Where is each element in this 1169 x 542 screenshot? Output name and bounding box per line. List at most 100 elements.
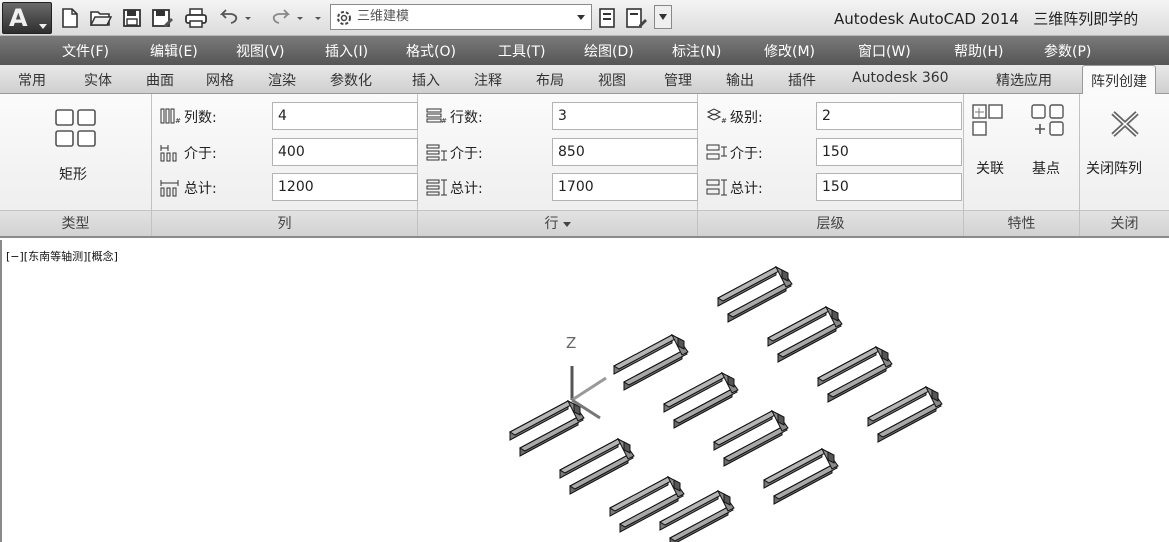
panel-title-rows[interactable]: 行 — [418, 210, 697, 236]
rectangular-array-icon[interactable] — [54, 108, 98, 154]
svg-text:#: # — [175, 117, 181, 124]
associative-button-label[interactable]: 关联 — [976, 158, 1004, 178]
base-point-button-label[interactable]: 基点 — [1032, 158, 1060, 178]
levels-total-input[interactable] — [816, 173, 962, 201]
ribbon-tab-bar: 常用 实体 曲面 网格 渲染 参数化 插入 注释 布局 视图 管理 输出 插件 … — [0, 65, 1169, 95]
tab-output[interactable]: 输出 — [726, 70, 754, 90]
quick-access-customize-button[interactable] — [654, 5, 672, 29]
menu-window[interactable]: 窗口(W) — [858, 41, 911, 61]
application-menu-button[interactable]: A — [2, 2, 52, 34]
tab-array-creation[interactable]: 阵列创建 — [1082, 65, 1156, 95]
levels-total-row: 总计: — [706, 173, 962, 201]
tab-surface[interactable]: 曲面 — [146, 70, 174, 90]
associative-icon[interactable] — [972, 104, 1004, 142]
array-item — [609, 476, 685, 533]
undo-icon[interactable] — [216, 5, 256, 31]
menu-bar: 文件(F) 编辑(E) 视图(V) 插入(I) 格式(O) 工具(T) 绘图(D… — [0, 36, 1169, 65]
tab-annotate[interactable]: 注释 — [474, 70, 502, 90]
levels-total-icon — [706, 179, 728, 201]
drawing-viewport[interactable]: [−][东南等轴测][概念] Z — [0, 240, 1169, 542]
menu-view[interactable]: 视图(V) — [236, 41, 285, 61]
levels-between-input[interactable] — [816, 138, 962, 166]
workspace-dropdown[interactable]: 三维建模 — [330, 4, 592, 30]
array-item — [559, 438, 635, 495]
columns-total-input[interactable] — [272, 173, 418, 201]
save-icon[interactable] — [120, 5, 144, 31]
panel-columns: # 列数: 介于: 总计: 列 — [152, 94, 418, 236]
rows-total-label: 总计: — [450, 181, 483, 197]
tab-mesh[interactable]: 网格 — [206, 70, 234, 90]
close-array-button-label[interactable]: 关闭阵列 — [1086, 158, 1142, 178]
columns-total-label: 总计: — [184, 181, 217, 197]
menu-dimension[interactable]: 标注(N) — [672, 41, 721, 61]
save-as-icon[interactable] — [150, 5, 176, 31]
tab-parametric[interactable]: 参数化 — [330, 70, 372, 90]
tab-featured-apps[interactable]: 精选应用 — [996, 70, 1052, 90]
menu-draw[interactable]: 绘图(D) — [584, 41, 634, 61]
levels-between-row: 介于: — [706, 138, 962, 166]
rows-total-input[interactable] — [552, 173, 698, 201]
ucs-z-label: Z — [566, 334, 576, 352]
panel-rows: # 行数: 介于: 总计: 行 — [418, 94, 698, 236]
panel-title-rows-text: 行 — [544, 216, 559, 232]
columns-between-row: 介于: — [160, 138, 418, 166]
plot-icon[interactable] — [182, 5, 210, 31]
columns-between-icon — [160, 144, 182, 166]
columns-count-label: 列数: — [184, 110, 217, 126]
tab-manage[interactable]: 管理 — [664, 70, 692, 90]
menu-insert[interactable]: 插入(I) — [325, 41, 368, 61]
columns-total-icon — [160, 179, 182, 201]
chevron-down-icon — [39, 24, 47, 29]
tab-solid[interactable]: 实体 — [84, 70, 112, 90]
array-item — [713, 410, 789, 467]
panel-close: 关闭阵列 关闭 — [1080, 94, 1169, 236]
menu-format[interactable]: 格式(O) — [406, 41, 456, 61]
layer-icon[interactable] — [596, 5, 618, 31]
panel-title-levels: 层级 — [698, 210, 963, 236]
tab-render[interactable]: 渲染 — [268, 70, 296, 90]
panel-title-close: 关闭 — [1080, 210, 1169, 236]
rows-between-row: 介于: — [426, 138, 698, 166]
redo-icon[interactable] — [262, 5, 324, 31]
menu-file[interactable]: 文件(F) — [62, 41, 109, 61]
viewport-controls-label[interactable]: [−][东南等轴测][概念] — [6, 248, 118, 264]
rows-between-input[interactable] — [552, 138, 698, 166]
menu-tools[interactable]: 工具(T) — [498, 41, 545, 61]
rectangular-button-label[interactable]: 矩形 — [59, 164, 87, 184]
levels-between-icon — [706, 144, 728, 166]
tab-plugins[interactable]: 插件 — [788, 70, 816, 90]
tab-autodesk-360[interactable]: Autodesk 360 — [852, 70, 949, 86]
tab-layout[interactable]: 布局 — [536, 70, 564, 90]
rows-count-icon: # — [426, 108, 448, 128]
open-icon[interactable] — [88, 5, 114, 31]
panel-title-type: 类型 — [0, 210, 151, 236]
workspace-name: 三维建模 — [357, 9, 410, 24]
panel-title-columns: 列 — [152, 210, 417, 236]
columns-between-input[interactable] — [272, 138, 418, 166]
columns-count-input[interactable] — [272, 102, 418, 130]
menu-edit[interactable]: 编辑(E) — [150, 41, 198, 61]
array-item — [867, 386, 943, 443]
close-array-icon[interactable] — [1110, 110, 1140, 142]
array-item — [509, 400, 585, 457]
levels-count-row: # 级别: — [706, 102, 962, 130]
menu-modify[interactable]: 修改(M) — [764, 41, 815, 61]
title-bar: A 三维建模 Autodesk AutoCAD 2014 三维阵列即学的 — [0, 0, 1169, 36]
tab-insert[interactable]: 插入 — [412, 70, 440, 90]
array-item — [717, 266, 793, 323]
panel-title-properties: 特性 — [964, 210, 1079, 236]
columns-total-row: 总计: — [160, 173, 418, 201]
rows-total-row: 总计: — [426, 173, 698, 201]
base-point-icon[interactable] — [1030, 104, 1066, 142]
panel-levels: # 级别: 介于: 总计: 层级 — [698, 94, 964, 236]
new-icon[interactable] — [58, 5, 82, 31]
tab-view[interactable]: 视图 — [598, 70, 626, 90]
menu-parametric[interactable]: 参数(P) — [1044, 41, 1091, 61]
menu-help[interactable]: 帮助(H) — [954, 41, 1003, 61]
array-item — [613, 334, 689, 391]
gear-icon — [335, 9, 353, 36]
rows-count-input[interactable] — [552, 102, 698, 130]
tab-home[interactable]: 常用 — [18, 70, 46, 90]
properties-icon[interactable] — [624, 5, 650, 31]
levels-count-input[interactable] — [816, 102, 962, 130]
